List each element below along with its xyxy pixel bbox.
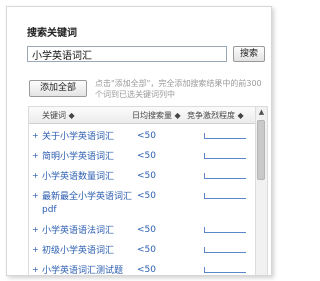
daily-volume: <50 — [137, 171, 156, 181]
header-daily-volume[interactable]: 日均搜索量 ◆ — [132, 110, 181, 121]
add-keyword-icon[interactable]: + — [32, 265, 39, 274]
add-keyword-icon[interactable]: + — [32, 245, 39, 254]
table-row: + 关于小学英语词汇 <50 — [29, 131, 255, 147]
table-header: 关键词 ◆ 日均搜索量 ◆ 竞争激烈程度 ◆ — [29, 107, 255, 124]
add-keyword-icon[interactable]: + — [32, 151, 39, 160]
table-row: + 小学英语词汇测试题 <50 — [29, 265, 255, 275]
keyword-search-panel: 搜索关键词 搜索 添加全部 点击"添加全部"，完全添加搜索结果中的前300个词到… — [6, 6, 272, 276]
keyword-link[interactable]: 最新最全小学英语词汇pdf — [42, 191, 132, 217]
daily-volume: <50 — [137, 151, 156, 161]
header-keyword[interactable]: 关键词 ◆ — [42, 110, 75, 121]
daily-volume: <50 — [137, 225, 156, 235]
table-row: + 最新最全小学英语词汇pdf <50 — [29, 191, 255, 221]
table-scrollbar[interactable]: ▲ — [255, 107, 267, 275]
competition-bar — [204, 133, 246, 139]
daily-volume: <50 — [137, 265, 156, 275]
keyword-link[interactable]: 简明小学英语词汇 — [42, 151, 132, 164]
add-all-button[interactable]: 添加全部 — [29, 80, 87, 97]
header-competition[interactable]: 竞争激烈程度 ◆ — [187, 110, 244, 121]
daily-volume: <50 — [137, 191, 156, 201]
add-keyword-icon[interactable]: + — [32, 225, 39, 234]
table-row: + 小学英语数量词汇 <50 — [29, 171, 255, 187]
add-keyword-icon[interactable]: + — [32, 171, 39, 180]
competition-bar — [204, 173, 246, 179]
competition-bar — [204, 247, 246, 253]
add-keyword-icon[interactable]: + — [32, 191, 39, 200]
keyword-link[interactable]: 关于小学英语词汇 — [42, 131, 132, 144]
keyword-link[interactable]: 小学英语数量词汇 — [42, 171, 132, 184]
table-row: + 小学英语语法词汇 <50 — [29, 225, 255, 241]
add-keyword-icon[interactable]: + — [32, 131, 39, 140]
table-row: + 初级小学英语词汇 <50 — [29, 245, 255, 261]
keyword-results-table: 关键词 ◆ 日均搜索量 ◆ 竞争激烈程度 ◆ + 关于小学英语词汇 <50 + … — [28, 106, 268, 275]
panel-title: 搜索关键词 — [27, 28, 77, 39]
keyword-search-input[interactable] — [27, 46, 227, 62]
keyword-link[interactable]: 初级小学英语词汇 — [42, 245, 132, 258]
keyword-link[interactable]: 小学英语语法词汇 — [42, 225, 132, 238]
scroll-up-arrow-icon[interactable]: ▲ — [256, 107, 267, 118]
daily-volume: <50 — [137, 131, 156, 141]
daily-volume: <50 — [137, 245, 156, 255]
competition-bar — [204, 227, 246, 233]
competition-bar — [204, 193, 246, 199]
scroll-thumb[interactable] — [257, 120, 265, 180]
keyword-link[interactable]: 小学英语词汇测试题 — [42, 265, 132, 275]
competition-bar — [204, 267, 246, 273]
add-all-hint: 点击"添加全部"，完全添加搜索结果中的前300个词到已选关键词列中 — [95, 79, 262, 99]
competition-bar — [204, 153, 246, 159]
search-button[interactable]: 搜索 — [233, 46, 265, 62]
table-row: + 简明小学英语词汇 <50 — [29, 151, 255, 167]
